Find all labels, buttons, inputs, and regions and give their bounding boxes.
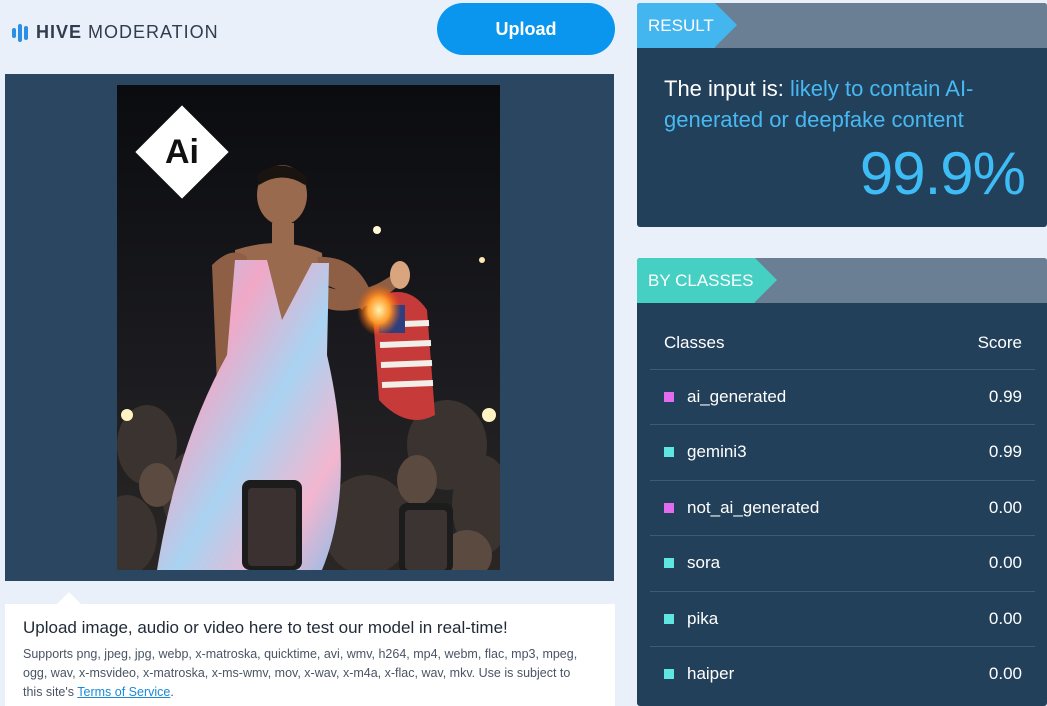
table-row-divider xyxy=(650,646,1035,647)
class-color-icon xyxy=(664,502,674,513)
hive-logo-icon xyxy=(12,23,28,42)
class-score: 0.00 xyxy=(988,664,1022,683)
result-tab-strip: RESULT xyxy=(637,3,1047,48)
upload-info-title: Upload image, audio or video here to tes… xyxy=(23,618,508,637)
table-row[interactable]: gemini3 0.99 xyxy=(664,442,1022,462)
media-preview-panel: Ai xyxy=(5,74,614,581)
classes-tab-strip: BY CLASSES xyxy=(637,258,1047,303)
column-header-score: Score xyxy=(977,333,1022,352)
brand-bold: HIVE xyxy=(36,22,83,42)
table-row-divider xyxy=(650,535,1035,537)
table-row[interactable]: sora 0.00 xyxy=(664,553,1022,573)
table-row[interactable]: not_ai_generated 0.00 xyxy=(664,498,1022,518)
ai-generated-badge-icon: Ai xyxy=(135,105,229,199)
result-verdict: The input is: likely to contain AI-gener… xyxy=(664,73,1024,135)
result-score: 99.9% xyxy=(859,140,1026,207)
supported-formats-text: Supports png, jpeg, jpg, webp, x-matrosk… xyxy=(23,645,593,702)
classes-table-header: Classes Score xyxy=(664,333,1022,353)
result-prefix: The input is: xyxy=(664,76,790,101)
table-row-divider xyxy=(650,369,1035,370)
terms-of-service-link[interactable]: Terms of Service xyxy=(77,685,170,699)
table-row[interactable]: pika 0.00 xyxy=(664,609,1022,629)
class-color-icon xyxy=(664,613,674,624)
uploaded-image: Ai xyxy=(117,85,500,570)
table-row[interactable]: ai_generated 0.99 xyxy=(664,387,1022,407)
classes-tab-label: BY CLASSES xyxy=(648,270,754,290)
class-color-icon xyxy=(664,669,674,679)
upload-info-box: Upload image, audio or video here to tes… xyxy=(5,592,615,706)
class-color-icon xyxy=(664,392,674,402)
class-name: haiper xyxy=(687,664,735,683)
brand-name: HIVE MODERATION xyxy=(36,22,219,43)
class-score: 0.00 xyxy=(988,608,1022,628)
class-name: not_ai_generated xyxy=(687,497,820,517)
table-row-divider xyxy=(650,479,1035,481)
class-score: 0.99 xyxy=(988,442,1022,462)
terms-period: . xyxy=(170,685,174,699)
column-header-classes: Classes xyxy=(664,333,725,352)
class-score: 0.00 xyxy=(988,497,1022,517)
class-name: sora xyxy=(687,553,721,573)
class-name: ai_generated xyxy=(687,387,787,406)
hive-logo[interactable]: HIVE MODERATION xyxy=(12,22,219,43)
class-score: 0.00 xyxy=(988,553,1022,573)
table-row-divider xyxy=(650,424,1035,426)
by-classes-card: BY CLASSES Classes Score ai_generated 0.9… xyxy=(637,258,1047,706)
table-row[interactable]: haiper 0.00 xyxy=(664,664,1022,684)
class-score: 0.99 xyxy=(988,387,1022,406)
ai-badge-text: Ai xyxy=(165,132,199,171)
class-name: pika xyxy=(687,608,719,628)
class-name: gemini3 xyxy=(687,442,747,462)
class-color-icon xyxy=(664,558,674,569)
upload-button[interactable]: Upload xyxy=(437,3,615,55)
brand-light: MODERATION xyxy=(88,22,219,42)
class-color-icon xyxy=(664,447,674,458)
result-tab-label: RESULT xyxy=(648,15,714,35)
result-card: RESULT The input is: likely to contain A… xyxy=(637,3,1047,227)
table-row-divider xyxy=(650,590,1035,592)
